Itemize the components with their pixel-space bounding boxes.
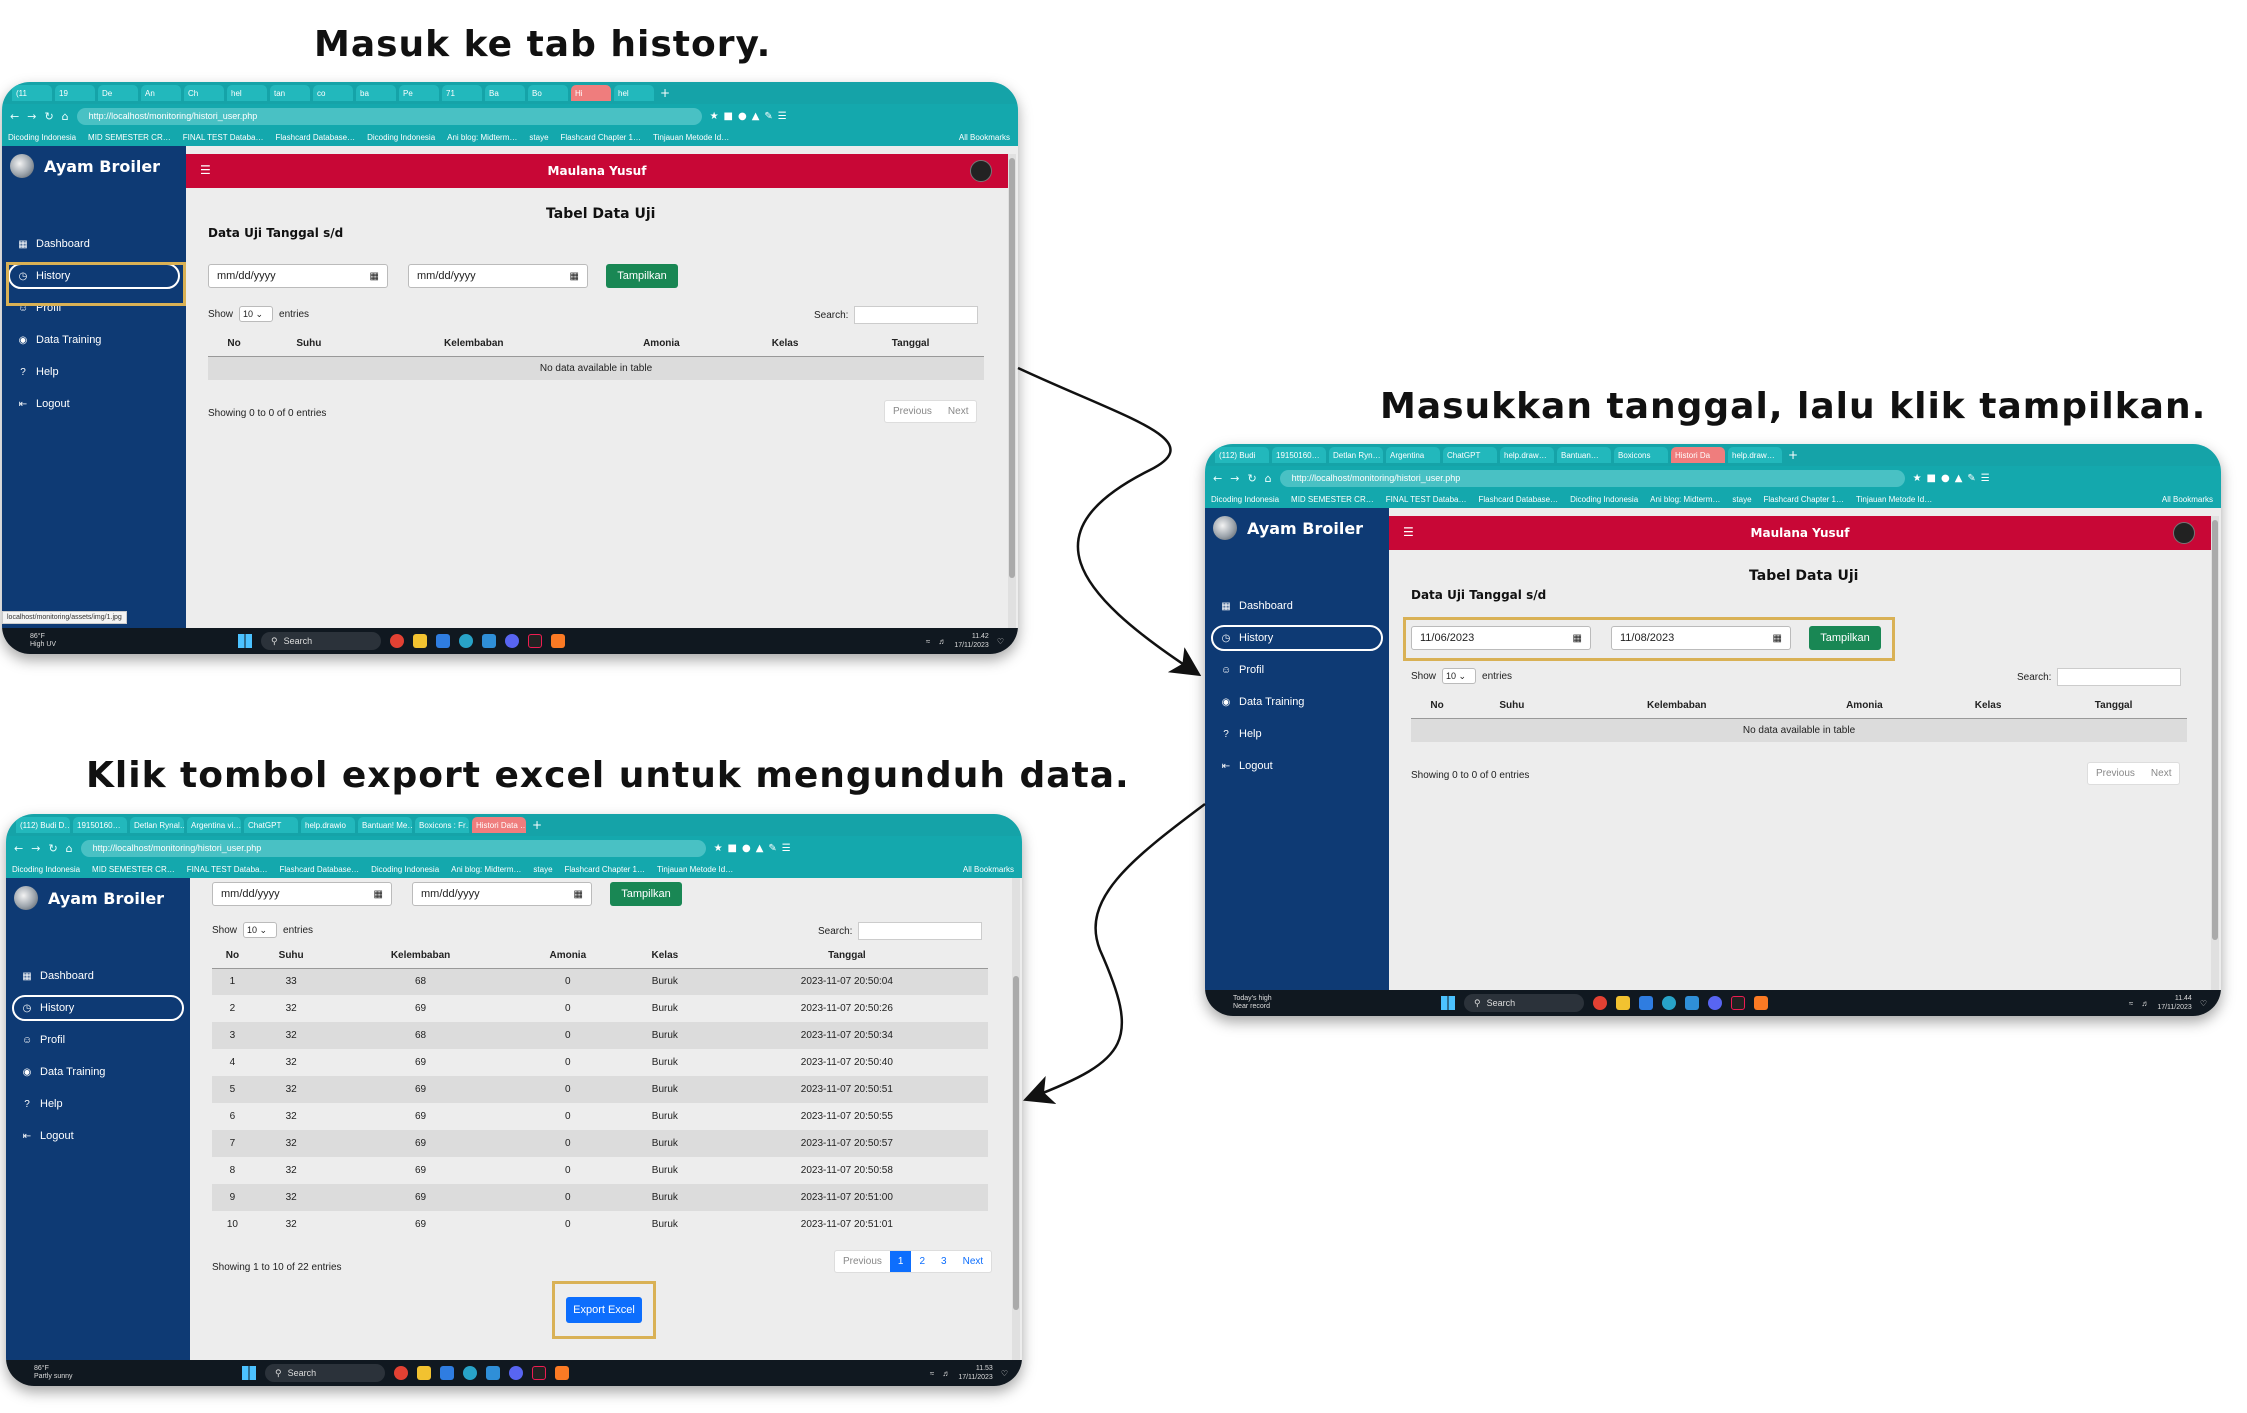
arrow-step2-to-step3 [1022, 802, 1206, 1105]
arrow-step1-to-step2 [1017, 366, 1202, 677]
flow-arrows [1017, 366, 1206, 1105]
